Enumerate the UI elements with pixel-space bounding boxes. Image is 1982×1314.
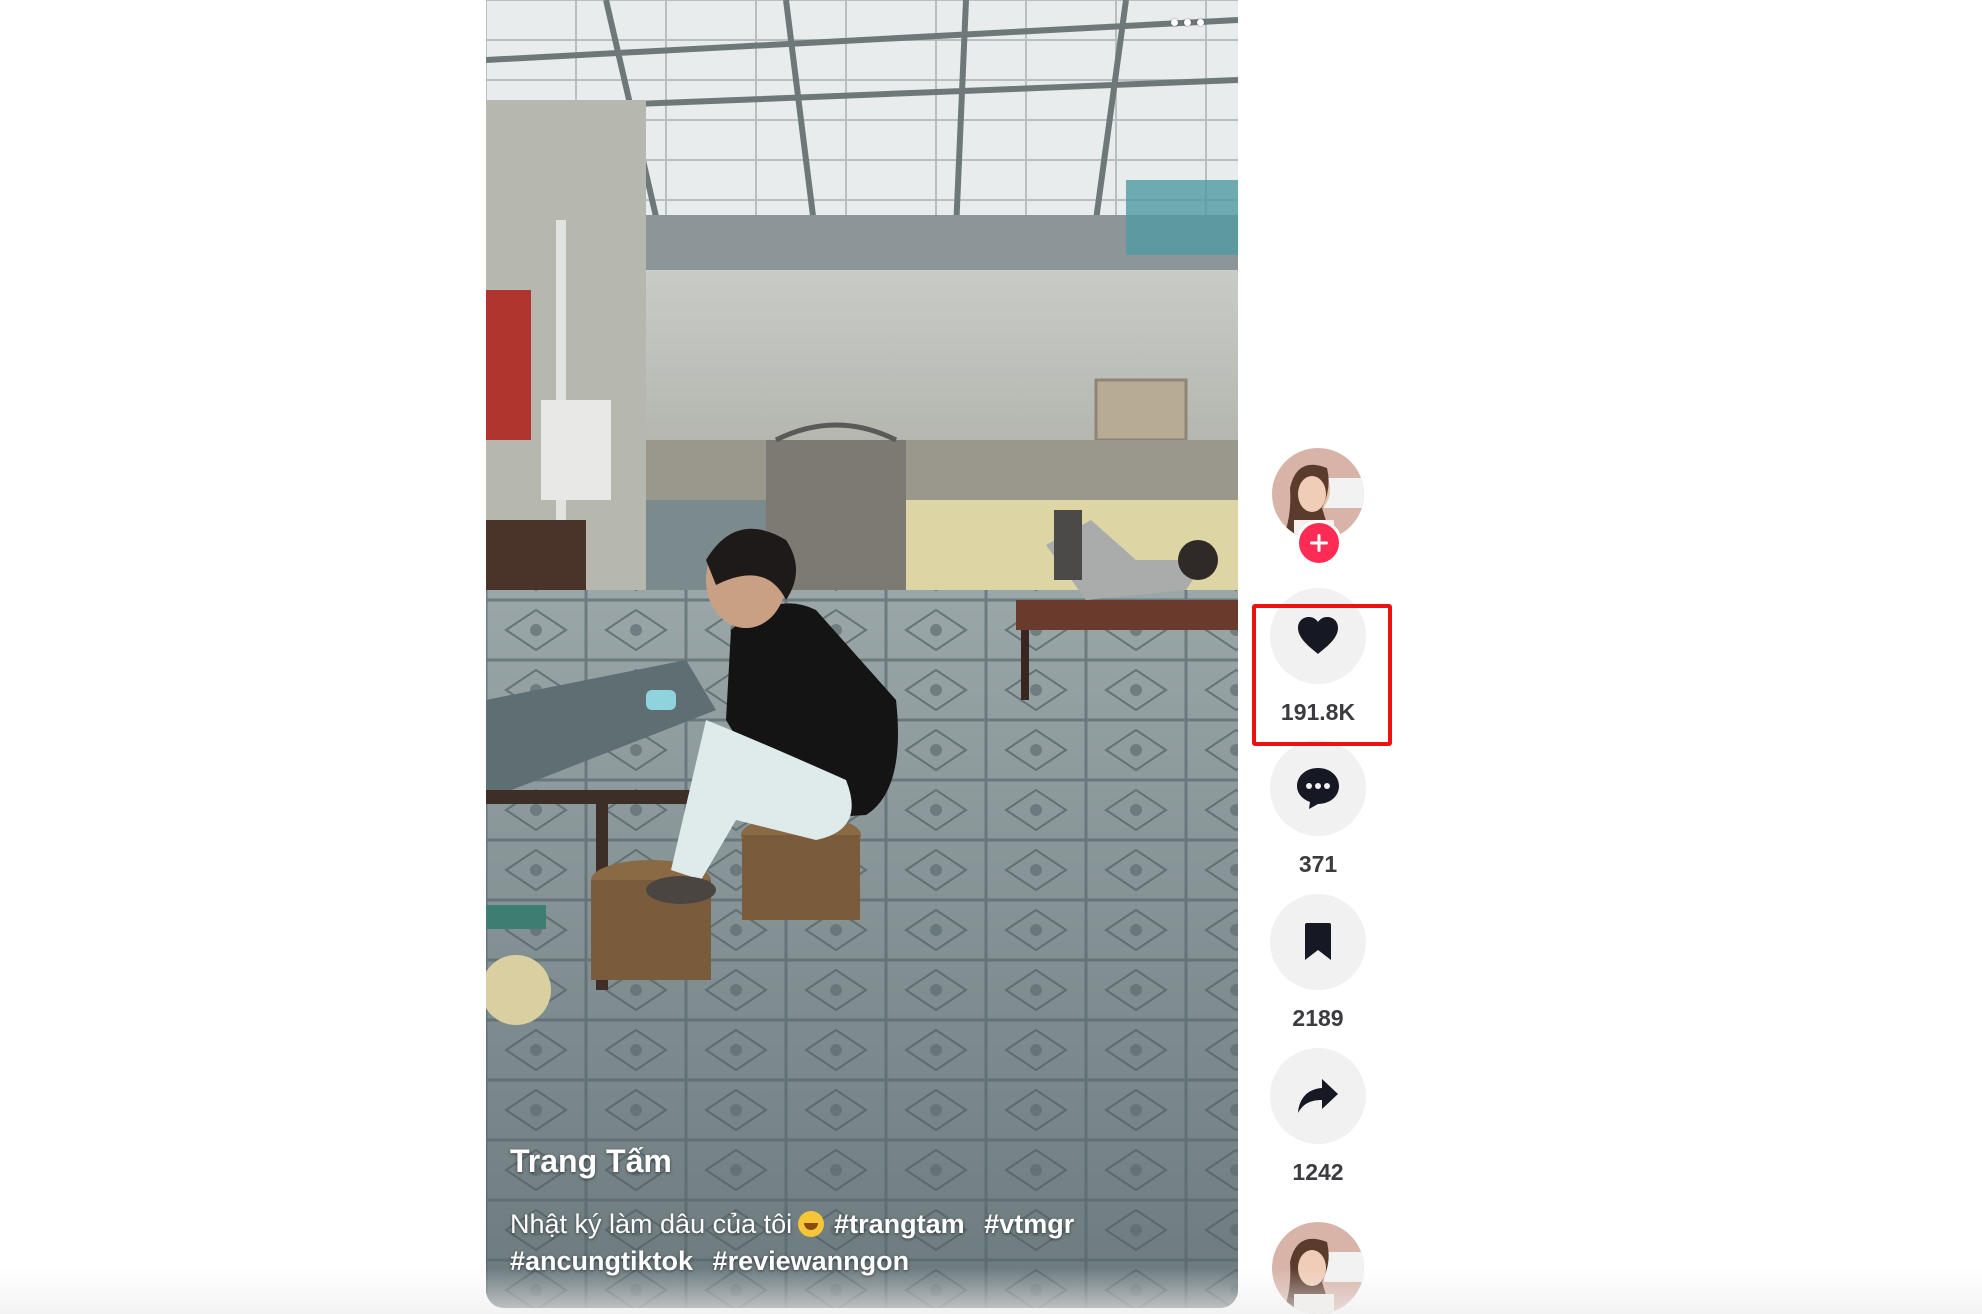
video-frame-image <box>486 0 1238 1308</box>
comment-action: 371 <box>1270 740 1366 880</box>
plus-icon <box>1310 534 1328 552</box>
bookmark-icon <box>1305 923 1331 960</box>
share-arrow-icon <box>1298 1079 1338 1113</box>
share-count: 1242 <box>1292 1159 1344 1185</box>
follow-plus-button[interactable] <box>1296 520 1342 566</box>
like-action: 191.8K <box>1270 588 1366 728</box>
hashtag-link[interactable]: #ancungtiktok <box>510 1246 693 1276</box>
like-button[interactable] <box>1270 588 1366 684</box>
rolling-laughing-emoji-icon <box>798 1211 825 1237</box>
creator-avatar-group <box>1272 448 1364 566</box>
save-action: 2189 <box>1270 894 1366 1034</box>
heart-icon <box>1298 617 1338 654</box>
save-count: 2189 <box>1292 1005 1344 1031</box>
author-name[interactable]: Trang Tấm <box>510 1143 1214 1180</box>
comment-count: 371 <box>1298 851 1338 877</box>
more-dot-icon <box>1196 18 1204 26</box>
more-dot-icon <box>1183 18 1191 26</box>
creator-avatar-small[interactable] <box>1272 1222 1364 1314</box>
hashtag-link[interactable]: #vtmgr <box>984 1209 1074 1239</box>
video-caption-area: Trang Tấm Nhật ký làm dâu của tôi #trangt… <box>510 1143 1214 1280</box>
hashtag-link[interactable]: #trangtam <box>834 1209 965 1239</box>
comment-bubble-icon <box>1297 768 1339 809</box>
more-options-button[interactable] <box>1160 10 1214 34</box>
save-favorite-button[interactable] <box>1270 894 1366 990</box>
comment-button[interactable] <box>1270 740 1366 836</box>
video-player[interactable]: Trang Tấm Nhật ký làm dâu của tôi #trangt… <box>486 0 1238 1308</box>
share-button[interactable] <box>1270 1048 1366 1144</box>
tiktok-video-page: Trang Tấm Nhật ký làm dâu của tôi #trangt… <box>0 0 1982 1314</box>
hashtag-link[interactable]: #reviewanngon <box>713 1246 910 1276</box>
share-action: 1242 <box>1270 1048 1366 1188</box>
more-dot-icon <box>1170 18 1178 26</box>
avatar-image <box>1272 1222 1364 1314</box>
like-count: 191.8K <box>1280 699 1356 725</box>
video-action-bar: 191.8K 371 2189 1242 <box>1270 448 1366 1188</box>
video-description: Nhật ký làm dâu của tôi #trangtam #vtmgr … <box>510 1206 1150 1280</box>
description-text: Nhật ký làm dâu của tôi <box>510 1209 793 1239</box>
